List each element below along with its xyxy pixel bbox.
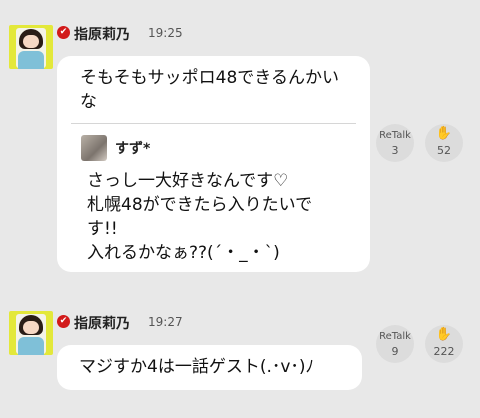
- message-bubble[interactable]: マジすか4は一話ゲスト(.･v･)ﾉ: [57, 345, 362, 390]
- clap-button[interactable]: ✋ 222: [425, 325, 463, 363]
- avatar-shirt: [18, 51, 44, 69]
- clap-hands-icon: ✋: [435, 126, 453, 141]
- message-bubble[interactable]: そもそもサッポロ48できるんかい な すず* さっし一大好きなんです♡ 札幌48…: [57, 56, 370, 272]
- clap-hands-icon: ✋: [435, 327, 453, 342]
- verified-check-icon: ✔: [57, 315, 70, 328]
- message-text: そもそもサッポロ48できるんかい な: [80, 68, 339, 112]
- retalk-button[interactable]: ReTalk 3: [376, 124, 414, 162]
- retalk-count: 9: [391, 345, 399, 358]
- retalk-label: ReTalk: [379, 331, 411, 342]
- quoted-user-name[interactable]: すず*: [115, 138, 150, 158]
- clap-count: 52: [437, 144, 451, 157]
- avatar-face: [23, 35, 39, 48]
- retalk-button[interactable]: ReTalk 9: [376, 325, 414, 363]
- retalk-count: 3: [391, 144, 399, 157]
- author-avatar[interactable]: [9, 25, 53, 69]
- clap-button[interactable]: ✋ 52: [425, 124, 463, 162]
- quoted-message-text: さっし一大好きなんです♡ 札幌48ができたら入りたいで す!! 入れるかなぁ??…: [87, 171, 313, 263]
- retalk-label: ReTalk: [379, 130, 411, 141]
- message-text: マジすか4は一話ゲスト(.･v･)ﾉ: [79, 357, 315, 377]
- quote-divider: [71, 123, 356, 124]
- verified-check-icon: ✔: [57, 26, 70, 39]
- author-name[interactable]: 指原莉乃: [74, 313, 130, 333]
- clap-count: 222: [433, 345, 455, 358]
- post-time: 19:27: [148, 315, 183, 329]
- quoted-user-avatar[interactable]: [81, 135, 107, 161]
- author-avatar[interactable]: [9, 311, 53, 355]
- avatar-shirt: [18, 337, 44, 355]
- post-time: 19:25: [148, 26, 183, 40]
- author-name[interactable]: 指原莉乃: [74, 24, 130, 44]
- avatar-face: [23, 321, 39, 334]
